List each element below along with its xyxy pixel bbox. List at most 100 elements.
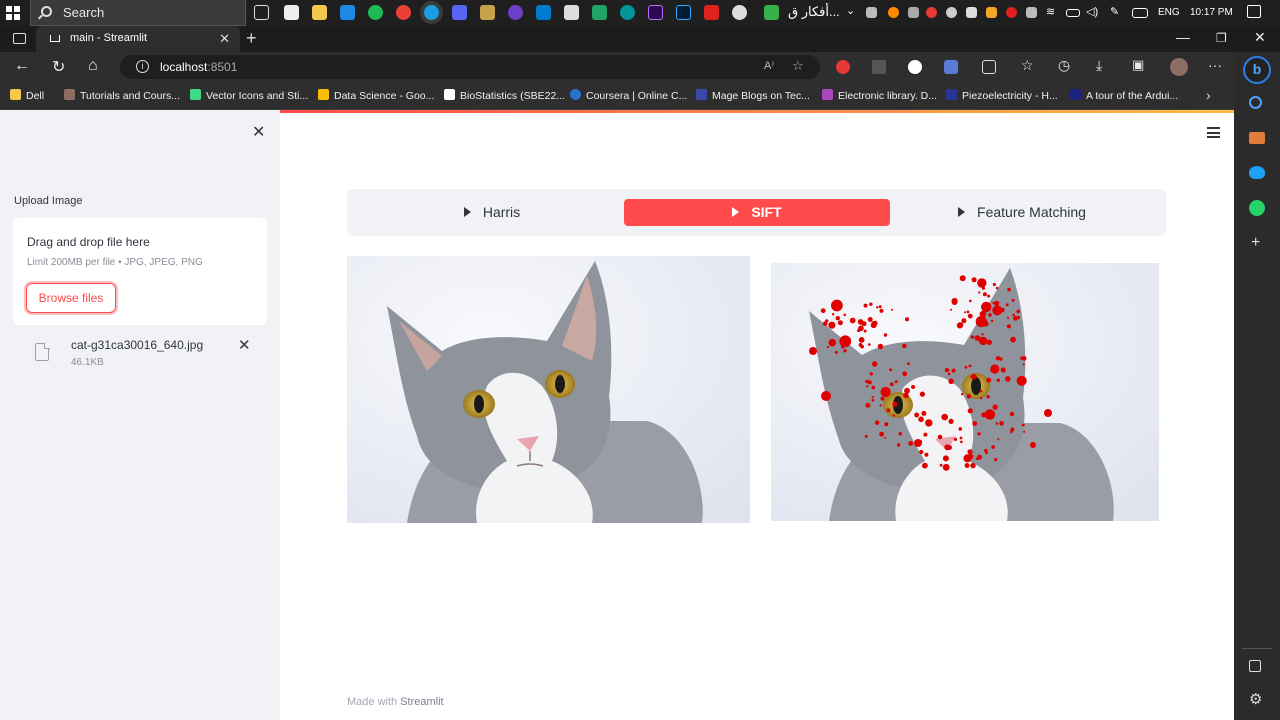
site-info-icon[interactable]: i bbox=[136, 60, 149, 73]
extension-icon-3[interactable] bbox=[908, 60, 922, 74]
close-window-icon[interactable]: ✕ bbox=[1254, 29, 1266, 46]
tray-icon-8[interactable] bbox=[1006, 7, 1017, 18]
twitter-icon[interactable] bbox=[1249, 166, 1265, 179]
browse-files-button[interactable]: Browse files bbox=[26, 283, 116, 313]
keypoint-marker bbox=[891, 308, 894, 311]
tray-icon-9[interactable] bbox=[1026, 7, 1037, 18]
bookmark-item[interactable]: Tutorials and Cours... bbox=[64, 89, 180, 102]
bookmark-item[interactable]: BioStatistics (SBE22... bbox=[444, 89, 565, 102]
extension-icon-2[interactable] bbox=[872, 60, 886, 74]
premiere-icon[interactable] bbox=[648, 5, 663, 20]
back-icon[interactable]: ← bbox=[14, 57, 30, 75]
discord-icon[interactable] bbox=[452, 5, 467, 20]
tray-icon-7[interactable] bbox=[986, 7, 997, 18]
file-explorer-icon[interactable] bbox=[312, 5, 327, 20]
read-aloud-icon[interactable]: A⁾ bbox=[764, 59, 774, 72]
tab-sift[interactable]: SIFT bbox=[624, 199, 890, 226]
taskbar-search[interactable]: Search bbox=[30, 0, 246, 26]
chrome-icon[interactable] bbox=[396, 5, 411, 20]
close-tab-icon[interactable]: ✕ bbox=[219, 31, 230, 47]
whatsapp-icon[interactable] bbox=[1249, 200, 1265, 216]
file-size: 46.1KB bbox=[71, 357, 104, 368]
language-indicator[interactable]: ENG bbox=[1158, 7, 1180, 18]
store-icon[interactable] bbox=[284, 5, 299, 20]
acrobat-icon[interactable] bbox=[704, 5, 719, 20]
app-icon-round[interactable] bbox=[732, 5, 747, 20]
app-icon-l[interactable] bbox=[480, 5, 495, 20]
favorites-icon[interactable]: ☆ bbox=[1021, 57, 1034, 74]
extension-icon-1[interactable] bbox=[836, 60, 850, 74]
tools-icon[interactable] bbox=[1249, 132, 1265, 144]
bookmark-item[interactable]: A tour of the Ardui... bbox=[1070, 89, 1178, 102]
history-icon[interactable]: ◷ bbox=[1058, 57, 1070, 74]
battery-icon[interactable] bbox=[1066, 9, 1080, 17]
add-icon[interactable]: + bbox=[1251, 234, 1260, 252]
new-tab-icon[interactable]: + bbox=[246, 28, 257, 49]
footer-brand-link[interactable]: Streamlit bbox=[400, 696, 443, 708]
clock[interactable]: 10:17 PM bbox=[1190, 7, 1233, 18]
taskbar-arabic-label[interactable]: أفكار ق... bbox=[788, 4, 840, 20]
app-icon-green[interactable] bbox=[592, 5, 607, 20]
collections-icon[interactable]: ▣ bbox=[1132, 57, 1144, 73]
file-dropzone[interactable]: Drag and drop file here Limit 200MB per … bbox=[13, 218, 267, 325]
address-bar[interactable]: i localhost:8501 A⁾ ☆ bbox=[120, 55, 820, 79]
mail-icon[interactable] bbox=[340, 5, 355, 20]
bookmark-item[interactable]: Coursera | Online C... bbox=[570, 89, 687, 102]
keypoint-marker bbox=[977, 278, 987, 288]
app-icon-bar[interactable] bbox=[564, 5, 579, 20]
favorite-icon[interactable]: ☆ bbox=[792, 58, 804, 74]
profile-avatar[interactable] bbox=[1170, 58, 1188, 76]
close-sidebar-icon[interactable]: ✕ bbox=[252, 122, 265, 142]
tab-harris[interactable]: Harris bbox=[359, 199, 625, 226]
extensions-icon[interactable] bbox=[982, 60, 996, 74]
refresh-icon[interactable]: ↻ bbox=[52, 57, 65, 77]
minimize-icon[interactable]: — bbox=[1176, 29, 1190, 45]
bookmark-item[interactable]: Dell bbox=[10, 89, 44, 102]
bookmark-item[interactable]: Data Science - Goo... bbox=[318, 89, 434, 102]
notification-icon[interactable] bbox=[1247, 5, 1261, 18]
wifi-icon[interactable]: ≋ bbox=[1046, 5, 1055, 18]
tray-icon-6[interactable] bbox=[966, 7, 977, 18]
maximize-icon[interactable]: ❐ bbox=[1216, 31, 1227, 45]
search-icon[interactable] bbox=[1249, 96, 1262, 109]
github-icon[interactable] bbox=[508, 5, 523, 20]
tray-icon-2[interactable] bbox=[888, 7, 899, 18]
photoshop-icon[interactable] bbox=[676, 5, 691, 20]
pen-icon[interactable]: ✎ bbox=[1110, 5, 1119, 18]
remove-file-icon[interactable]: ✕ bbox=[238, 336, 251, 354]
hamburger-menu-icon[interactable] bbox=[1207, 127, 1220, 138]
more-menu-icon[interactable]: ··· bbox=[1208, 57, 1222, 73]
volume-icon[interactable]: ◁) bbox=[1086, 5, 1098, 18]
tab-feature-matching[interactable]: Feature Matching bbox=[889, 199, 1155, 226]
task-view-icon[interactable] bbox=[254, 5, 269, 20]
keypoint-marker bbox=[923, 432, 928, 437]
address-url[interactable]: localhost:8501 bbox=[160, 60, 237, 74]
bookmark-item[interactable]: Mage Blogs on Tec... bbox=[696, 89, 810, 102]
tray-icon-1[interactable] bbox=[866, 7, 877, 18]
tray-icon-3[interactable] bbox=[908, 7, 919, 18]
bookmark-item[interactable]: Vector Icons and Sti... bbox=[190, 89, 308, 102]
bookmark-item[interactable]: Electronic library. D... bbox=[822, 89, 937, 102]
extension-icon-4[interactable] bbox=[944, 60, 958, 74]
home-icon[interactable]: ⌂ bbox=[88, 57, 98, 75]
spotify-icon[interactable] bbox=[368, 5, 383, 20]
tab-actions-icon[interactable] bbox=[13, 33, 26, 44]
keyboard-icon[interactable] bbox=[1132, 8, 1148, 18]
vscode-icon[interactable] bbox=[536, 5, 551, 20]
browser-tab[interactable]: main - Streamlit ✕ bbox=[36, 26, 240, 52]
bookmarks-overflow-icon[interactable]: › bbox=[1206, 87, 1211, 103]
bookmark-item[interactable]: Piezoelectricity - H... bbox=[946, 89, 1058, 102]
keypoint-marker bbox=[880, 386, 891, 398]
windows-start-icon[interactable] bbox=[6, 6, 20, 20]
tray-chevron-icon[interactable]: ⌄ bbox=[846, 4, 855, 17]
keypoint-marker bbox=[879, 431, 884, 437]
tray-icon-5[interactable] bbox=[946, 7, 957, 18]
hide-sidebar-icon[interactable] bbox=[1249, 660, 1261, 672]
bing-icon[interactable]: b bbox=[1243, 56, 1271, 84]
arduino-icon[interactable] bbox=[620, 5, 635, 20]
settings-gear-icon[interactable]: ⚙ bbox=[1249, 690, 1262, 708]
tray-icon-4[interactable] bbox=[926, 7, 937, 18]
app-icon-tray-green[interactable] bbox=[764, 5, 779, 20]
edge-icon[interactable] bbox=[424, 5, 439, 20]
downloads-icon[interactable]: ⤓ bbox=[1096, 57, 1102, 74]
